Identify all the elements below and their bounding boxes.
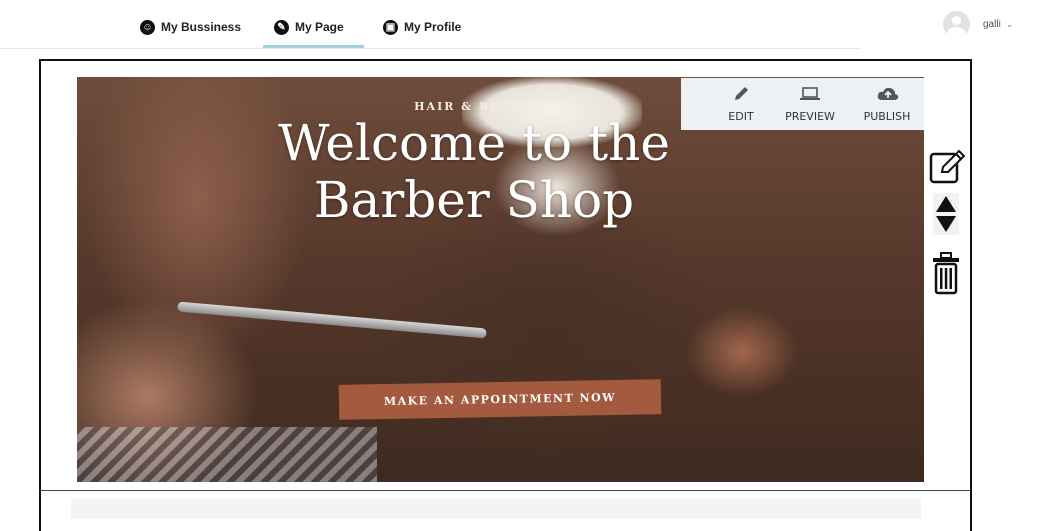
edit-icon: ✎ — [274, 19, 289, 35]
move-section-control — [933, 193, 959, 235]
next-section-block[interactable] — [71, 499, 921, 519]
edit-section-button[interactable] — [929, 148, 967, 191]
tab-my-page[interactable]: ✎ My Page — [274, 17, 344, 37]
chevron-down-icon: ⌄ — [1005, 19, 1014, 29]
tab-my-profile[interactable]: ▣ My Profile — [383, 17, 461, 37]
hero-banner[interactable]: HAIR & BEARD Welcome to the Barber Shop … — [77, 77, 924, 482]
laptop-icon — [800, 87, 820, 100]
hero-photo-scissors — [177, 301, 487, 339]
tab-my-business[interactable]: ☺ My Bussiness — [140, 17, 241, 37]
editor-toolbar: EDIT PREVIEW PUBLISH — [681, 78, 924, 130]
cloud-upload-icon — [877, 87, 899, 100]
tab-my-business-label: My Bussiness — [161, 20, 242, 34]
top-navigation: ☺ My Bussiness ✎ My Page ▣ My Profile ga… — [0, 0, 1042, 49]
edit-button-label: EDIT — [728, 110, 754, 123]
preview-button-label: PREVIEW — [785, 110, 835, 123]
hero-title-line-2: Barber Shop — [313, 171, 635, 229]
user-menu[interactable]: galli ⌄ — [943, 11, 1013, 38]
hero-photo-cape — [77, 427, 377, 482]
publish-button[interactable]: PUBLISH — [847, 78, 927, 130]
edit-section-icon — [929, 149, 966, 184]
publish-button-label: PUBLISH — [863, 110, 911, 123]
delete-icon — [933, 252, 959, 295]
delete-section-button[interactable] — [932, 251, 960, 300]
user-name: galli — [983, 19, 1001, 30]
section-separator — [39, 490, 970, 491]
business-icon: ☺ — [140, 19, 155, 35]
tab-my-profile-label: My Profile — [404, 20, 462, 34]
move-down-icon[interactable] — [936, 216, 956, 232]
make-appointment-button[interactable]: MAKE AN APPOINTMENT NOW — [338, 379, 662, 420]
edit-button[interactable]: EDIT — [701, 78, 781, 130]
profile-icon: ▣ — [383, 19, 398, 35]
nav-divider — [0, 48, 860, 49]
preview-button[interactable]: PREVIEW — [770, 78, 850, 130]
pencil-icon — [735, 87, 748, 100]
move-up-icon[interactable] — [936, 196, 956, 212]
tab-my-page-label: My Page — [295, 20, 344, 34]
avatar-icon — [943, 11, 970, 38]
hero-title: Welcome to the Barber Shop — [77, 115, 871, 229]
